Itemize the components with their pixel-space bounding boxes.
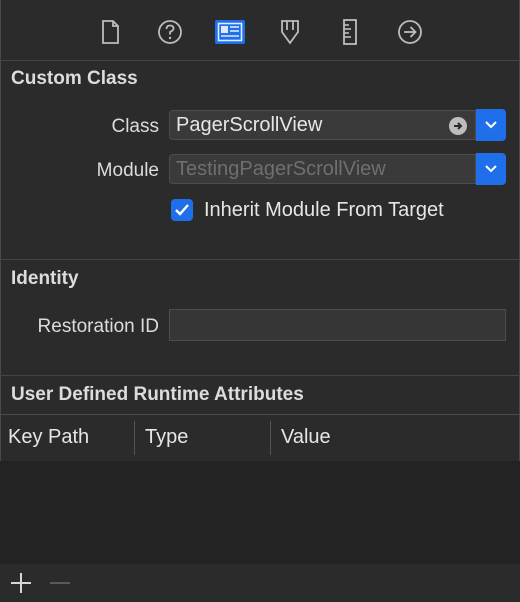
inherit-module-checkbox[interactable] [171, 199, 193, 221]
attributes-inspector-icon[interactable] [273, 15, 307, 49]
class-label: Class [111, 116, 159, 137]
inspector-toolbar [0, 0, 520, 61]
module-dropdown-button[interactable] [476, 153, 506, 185]
inherit-module-label: Inherit Module From Target [204, 199, 444, 221]
column-header-key-path[interactable]: Key Path [8, 426, 89, 449]
chevron-down-icon [485, 121, 497, 129]
go-to-class-arrow-icon[interactable] [449, 117, 467, 135]
column-separator [134, 421, 135, 455]
class-combobox[interactable]: PagerScrollView [169, 110, 476, 140]
column-separator [270, 421, 271, 455]
quick-help-icon[interactable] [153, 15, 187, 49]
file-inspector-icon[interactable] [93, 15, 127, 49]
column-header-type[interactable]: Type [145, 426, 188, 449]
class-dropdown-button[interactable] [476, 109, 506, 141]
divider [0, 259, 520, 260]
plus-icon[interactable] [9, 571, 33, 600]
restoration-id-field[interactable] [169, 309, 506, 341]
module-label: Module [96, 160, 159, 181]
runtime-attributes-table-header: Key Path Type Value [0, 414, 520, 462]
restoration-id-label: Restoration ID [37, 316, 159, 337]
column-header-value[interactable]: Value [281, 426, 331, 449]
module-combobox[interactable]: TestingPagerScrollView [169, 154, 476, 184]
divider [0, 375, 520, 376]
runtime-attributes-table-body[interactable] [0, 461, 520, 564]
custom-class-title: Custom Class [11, 68, 138, 89]
module-placeholder: TestingPagerScrollView [176, 158, 386, 180]
runtime-attributes-title: User Defined Runtime Attributes [11, 384, 304, 405]
identity-inspector-icon[interactable] [213, 15, 247, 49]
identity-title: Identity [11, 268, 79, 289]
checkmark-icon [175, 204, 189, 216]
connections-inspector-icon[interactable] [393, 15, 427, 49]
class-value: PagerScrollView [176, 114, 323, 136]
table-bottom-bar [0, 564, 520, 602]
chevron-down-icon [485, 165, 497, 173]
size-inspector-icon[interactable] [333, 15, 367, 49]
minus-icon[interactable] [48, 571, 72, 600]
